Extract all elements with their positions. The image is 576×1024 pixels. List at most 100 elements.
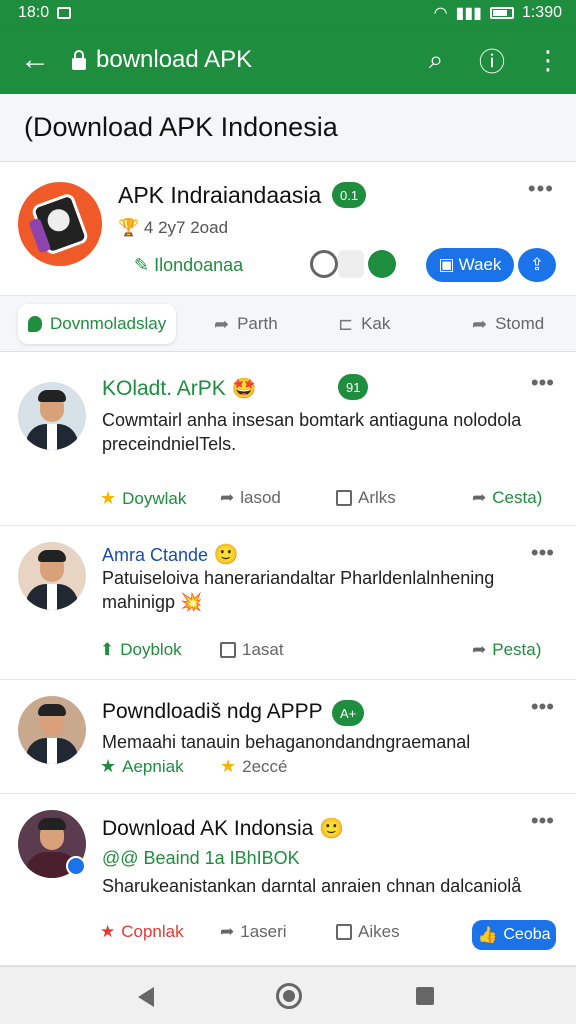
star-icon: ★ [100,922,116,941]
tabs: Dovnmoladslay ➦ Parth ⊏ Kak ➦ Stomd [0,296,576,352]
nav-recent-icon[interactable] [416,987,434,1005]
post-subtitle: @@ Beaind 1a IBhIBOK [102,848,300,868]
comment-action[interactable]: Arlks [336,488,396,508]
forward-icon: ➦ [472,313,488,334]
more-button[interactable]: ⋮ [520,45,576,76]
post-title-text: Amra Ctande [102,545,209,565]
copyright-icon [310,250,338,278]
tab-stomd[interactable]: ➦ Stomd [472,304,544,344]
post-title: Powndloadiš ndg APPP [102,700,323,723]
app-link[interactable]: ✎ Ilondoanaa [134,255,243,276]
nav-back-icon[interactable] [138,987,154,1007]
like-button[interactable]: 👍 Ceoba [472,920,556,950]
post-title-text: KOladt. ArPK [102,377,226,400]
comment-icon [220,642,236,658]
back-button[interactable]: ← [0,26,70,94]
status-time: 18:0 [18,4,50,21]
share-button[interactable]: ⇪ [518,248,556,282]
download-action-label: Copnlak [121,922,184,941]
comment-action-label: 1asat [242,640,284,659]
tab-kak[interactable]: ⊏ Kak [338,304,390,344]
share-icon: ➦ [220,488,235,507]
post-title: Amra Ctande 🙂 [102,542,239,567]
info-icon: ⓘ [478,46,505,77]
share-action[interactable]: ➦ 1aseri [220,922,287,942]
download-action-label: Doywlak [122,488,187,508]
comment-action[interactable]: 1asat [220,640,284,660]
post-more-button[interactable]: ••• [531,540,554,566]
post-action[interactable]: ➦ Cesta) [472,488,542,508]
comment-icon [336,924,352,940]
nav-home-icon[interactable] [276,983,302,1009]
signal-icon: ▮▮▮ [455,5,482,22]
arrow-back-icon: ← [20,43,50,76]
download-action[interactable]: ★ Doywlak [100,488,186,509]
download-action[interactable]: ⬆ Doyblok [100,640,182,660]
phone-icon [30,192,90,256]
download-action[interactable]: ★ Aepniak [100,756,184,777]
star-icon: ★ [100,756,117,776]
post-emoji: 🤩 [231,378,257,400]
post-card: Amra Ctande 🙂 ••• Patuiseloiva haneraria… [0,526,576,680]
avatar[interactable] [18,382,86,450]
forward-icon: ➦ [472,488,487,507]
avatar[interactable] [18,696,86,764]
post-card: KOladt. ArPK 🤩 91 ••• Cowmtairl anha ins… [0,352,576,526]
calendar-icon: ▣ [438,255,455,274]
rating-action[interactable]: ★ 2eccé [220,756,288,777]
post-more-button[interactable]: ••• [531,694,554,720]
app-badge: 0.1 [332,182,367,208]
comment-action[interactable]: Aikes [336,922,400,942]
refresh-icon[interactable] [368,250,396,278]
post-action-label: Pesta) [492,640,542,659]
status-right-text: 1:390 [521,4,562,21]
post-text: Patuiseloiva hanerariandaltar Pharldenla… [102,568,495,612]
star-icon: ★ [100,488,117,508]
post-text: Cowmtairl anha insesan bomtark antiaguna… [102,410,522,454]
wifi-icon: ◠ [433,5,448,22]
post-action[interactable]: ➦ Pesta) [472,640,541,660]
page-title: (Download APK Indonesia [0,94,576,162]
battery-icon [489,7,514,19]
tab-stomd-label: Stomd [495,314,545,333]
app-card-more-button[interactable]: ••• [528,176,554,202]
navigation-bar [0,966,576,1024]
avatar-shirt [47,738,57,764]
up-icon: ⬆ [100,640,115,659]
trophy-icon: 🏆 [118,218,140,237]
comment-action-label: Aikes [358,922,400,941]
tab-parth[interactable]: ➦ Parth [214,304,278,344]
search-button[interactable]: ⌕ [408,44,464,76]
forward-icon: ➦ [472,640,487,659]
status-bar: 18:0 ◠ ▮▮▮ 1:390 [0,0,576,26]
post-card: Powndloadiš ndg APPP A+ ••• Memaahi tana… [0,680,576,794]
avatar-hair [38,818,66,830]
download-action-label: Aepniak [122,756,184,776]
post-action-label: Cesta) [492,488,543,507]
rating-action-label: 2eccé [242,756,288,776]
post-more-button[interactable]: ••• [531,370,554,396]
like-button-label: Ceoba [503,926,551,943]
post-more-button[interactable]: ••• [531,808,554,834]
placeholder-icon [338,250,364,278]
avatar-shirt [47,584,57,610]
comment-icon: ⊏ [338,313,354,334]
waek-button[interactable]: ▣ Waek [426,248,514,282]
post-title: KOladt. ArPK 🤩 [102,376,256,401]
download-action[interactable]: ★ Copnlak [100,922,184,942]
share-icon: ➦ [214,313,230,334]
tab-download[interactable]: Dovnmoladslay [18,304,177,344]
avatar-hair [38,390,66,402]
thumbs-up-icon: 👍 [477,927,498,944]
avatar[interactable] [18,542,86,610]
post-text: Sharukeanistankan darntal anraien chnan … [102,876,522,896]
app-logo [18,182,102,266]
more-vert-icon: ⋮ [535,44,561,75]
status-right: ◠ ▮▮▮ 1:390 [434,3,562,23]
share-action[interactable]: ➦ lasod [220,488,281,508]
edit-icon: ✎ [134,255,150,275]
share-action-label: 1aseri [240,922,287,941]
info-button[interactable]: ⓘ [464,42,520,79]
download-action-label: Doyblok [120,640,182,659]
star-icon: ★ [220,756,237,776]
